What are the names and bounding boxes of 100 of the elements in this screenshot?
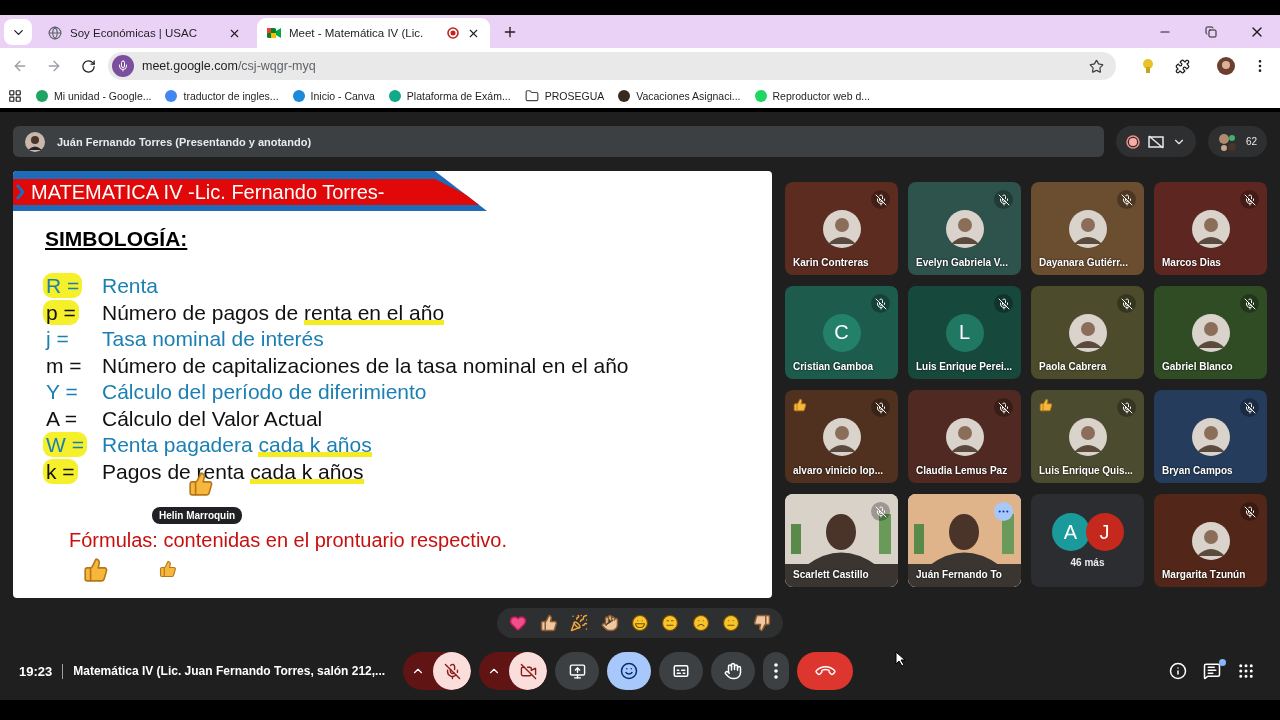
meeting-title: Matemática IV (Lic. Juan Fernando Torres, salón 212,... <box>73 664 386 678</box>
participant-tile[interactable]: Margarita Tzunún <box>1154 494 1267 587</box>
symbol-label: j = <box>44 326 70 352</box>
overflow-tile[interactable]: A J 46 más <box>1031 494 1144 587</box>
bookmark[interactable]: Mi unidad - Google... <box>36 90 152 102</box>
reactions-button[interactable] <box>607 652 652 690</box>
end-call-button[interactable] <box>797 652 854 690</box>
microphone-button[interactable] <box>433 652 472 690</box>
symbol-description: Número de pagos de renta en el año <box>102 300 445 325</box>
initial-avatar: J <box>1085 513 1124 551</box>
new-tab-icon[interactable] <box>502 24 518 40</box>
participant-tile[interactable]: Bryan Campos <box>1154 390 1267 483</box>
sad-face-icon[interactable] <box>691 614 710 632</box>
smiley-icon <box>620 662 639 680</box>
unread-dot <box>1219 659 1226 666</box>
bookmark[interactable]: PROSEGUA <box>524 89 605 103</box>
avatar-icon <box>1191 521 1230 560</box>
present-button[interactable] <box>555 652 600 690</box>
party-popper-icon[interactable] <box>570 614 589 632</box>
bookmark-star-icon[interactable] <box>1089 58 1104 74</box>
participant-name: Margarita Tzunún <box>1162 569 1246 580</box>
participant-tile[interactable]: L Luis Enrique Perei... <box>908 286 1021 379</box>
people-icon <box>1217 132 1238 151</box>
browser-tab[interactable]: Soy Económicas | USAC <box>38 18 251 48</box>
extensions-puzzle-icon[interactable] <box>1174 58 1190 74</box>
more-options-button[interactable] <box>763 652 790 690</box>
mic-off-icon <box>1120 297 1133 310</box>
reload-icon[interactable] <box>80 58 96 74</box>
initial-avatar: L <box>945 313 984 352</box>
mic-off-icon <box>997 193 1010 206</box>
participant-name: Karin Contreras <box>793 257 869 268</box>
site-icon <box>292 90 305 102</box>
avatar-icon <box>25 131 45 152</box>
bookmark[interactable]: Reproductor web d... <box>754 90 870 102</box>
avatar-icon <box>1191 209 1230 248</box>
participant-name: Evelyn Gabriela V... <box>916 257 1008 268</box>
mic-off-icon <box>874 297 887 310</box>
participant-name: Marcos Dias <box>1162 257 1221 268</box>
symbol-label: Y = <box>45 379 79 405</box>
participant-name: Claudia Lemus Paz <box>916 465 1008 476</box>
back-icon[interactable] <box>12 58 28 74</box>
thumbs-up-icon[interactable] <box>539 614 558 632</box>
recording-icon <box>447 27 459 39</box>
address-bar[interactable]: meet.google.com/csj-wqgr-myq <box>108 52 1116 80</box>
camera-off-icon <box>519 662 537 680</box>
laughing-face-icon[interactable] <box>630 614 649 632</box>
bookmark[interactable]: Plataforma de Exám... <box>388 90 511 102</box>
participant-tile[interactable]: Dayanara Gutiérr... <box>1031 182 1144 275</box>
symbol-label: W = <box>43 432 87 458</box>
participants-button[interactable]: 62 <box>1207 126 1267 157</box>
participant-tile[interactable]: Paola Cabrera <box>1031 286 1144 379</box>
recording-icon <box>1125 134 1140 149</box>
bookmark[interactable]: traductor de ingles... <box>165 90 279 102</box>
recording-status[interactable] <box>1115 126 1196 157</box>
participant-tile[interactable]: Juán Fernando To <box>908 494 1021 587</box>
participant-tile[interactable]: Gabriel Blanco <box>1154 286 1267 379</box>
participant-tile[interactable]: alvaro vinicio lop... <box>785 390 898 483</box>
slide-title: MATEMATICA IV -Lic. Fernando Torres- <box>31 180 385 204</box>
participant-tile[interactable]: Evelyn Gabriela V... <box>908 182 1021 275</box>
thumbs-up-icon <box>83 557 109 583</box>
participant-name: Luis Enrique Perei... <box>916 361 1013 372</box>
browser-tab[interactable]: Meet - Matemática IV (Lic. <box>257 18 490 48</box>
profile-avatar[interactable] <box>1217 57 1235 75</box>
restore-icon[interactable] <box>1205 25 1217 38</box>
symbol-label: k = <box>43 458 78 484</box>
apps-icon[interactable] <box>1237 662 1255 680</box>
participant-tile[interactable]: Karin Contreras <box>785 182 898 275</box>
more-participants-label: 46 más <box>1070 557 1105 568</box>
participant-tile[interactable]: Claudia Lemus Paz <box>908 390 1021 483</box>
site-icon <box>618 90 631 102</box>
raise-hand-button[interactable] <box>711 652 756 690</box>
participant-tile[interactable]: Luis Enrique Quis... <box>1031 390 1144 483</box>
symbol-description: Cálculo del Valor Actual <box>102 406 323 431</box>
apps-grid-icon[interactable] <box>8 89 22 103</box>
mouse-pointer-icon <box>895 651 908 667</box>
participant-name: Paola Cabrera <box>1039 361 1107 372</box>
thumbs-down-icon[interactable] <box>752 614 771 632</box>
captions-button[interactable] <box>659 652 704 690</box>
camera-button[interactable] <box>509 652 548 690</box>
bookmark[interactable]: Vacaciones Asignaci... <box>618 90 741 102</box>
tab-title: Soy Económicas | USAC <box>70 27 198 39</box>
symbol-description: Cálculo del período de diferimiento <box>102 380 427 405</box>
more-icon <box>774 663 779 679</box>
bookmark[interactable]: Inicio - Canva <box>292 90 375 102</box>
heart-icon[interactable] <box>509 614 528 632</box>
avatar-icon <box>945 417 984 456</box>
info-icon[interactable] <box>1169 662 1187 680</box>
thumbs-up-icon <box>793 398 807 412</box>
participant-name: Gabriel Blanco <box>1162 361 1233 372</box>
initial-avatar: C <box>822 313 861 352</box>
participant-tile[interactable]: Scarlett Castillo <box>785 494 898 587</box>
site-icon <box>388 90 401 102</box>
avatar-icon <box>1068 313 1107 352</box>
hand-icon[interactable] <box>600 614 619 632</box>
participant-tile[interactable]: C Cristian Gamboa <box>785 286 898 379</box>
mic-off-icon <box>443 662 461 680</box>
symbol-description: Pagos de renta cada k años <box>102 459 364 484</box>
thumbs-up-icon <box>1039 398 1053 412</box>
participant-tile[interactable]: Marcos Dias <box>1154 182 1267 275</box>
chat-icon[interactable] <box>1203 662 1221 680</box>
